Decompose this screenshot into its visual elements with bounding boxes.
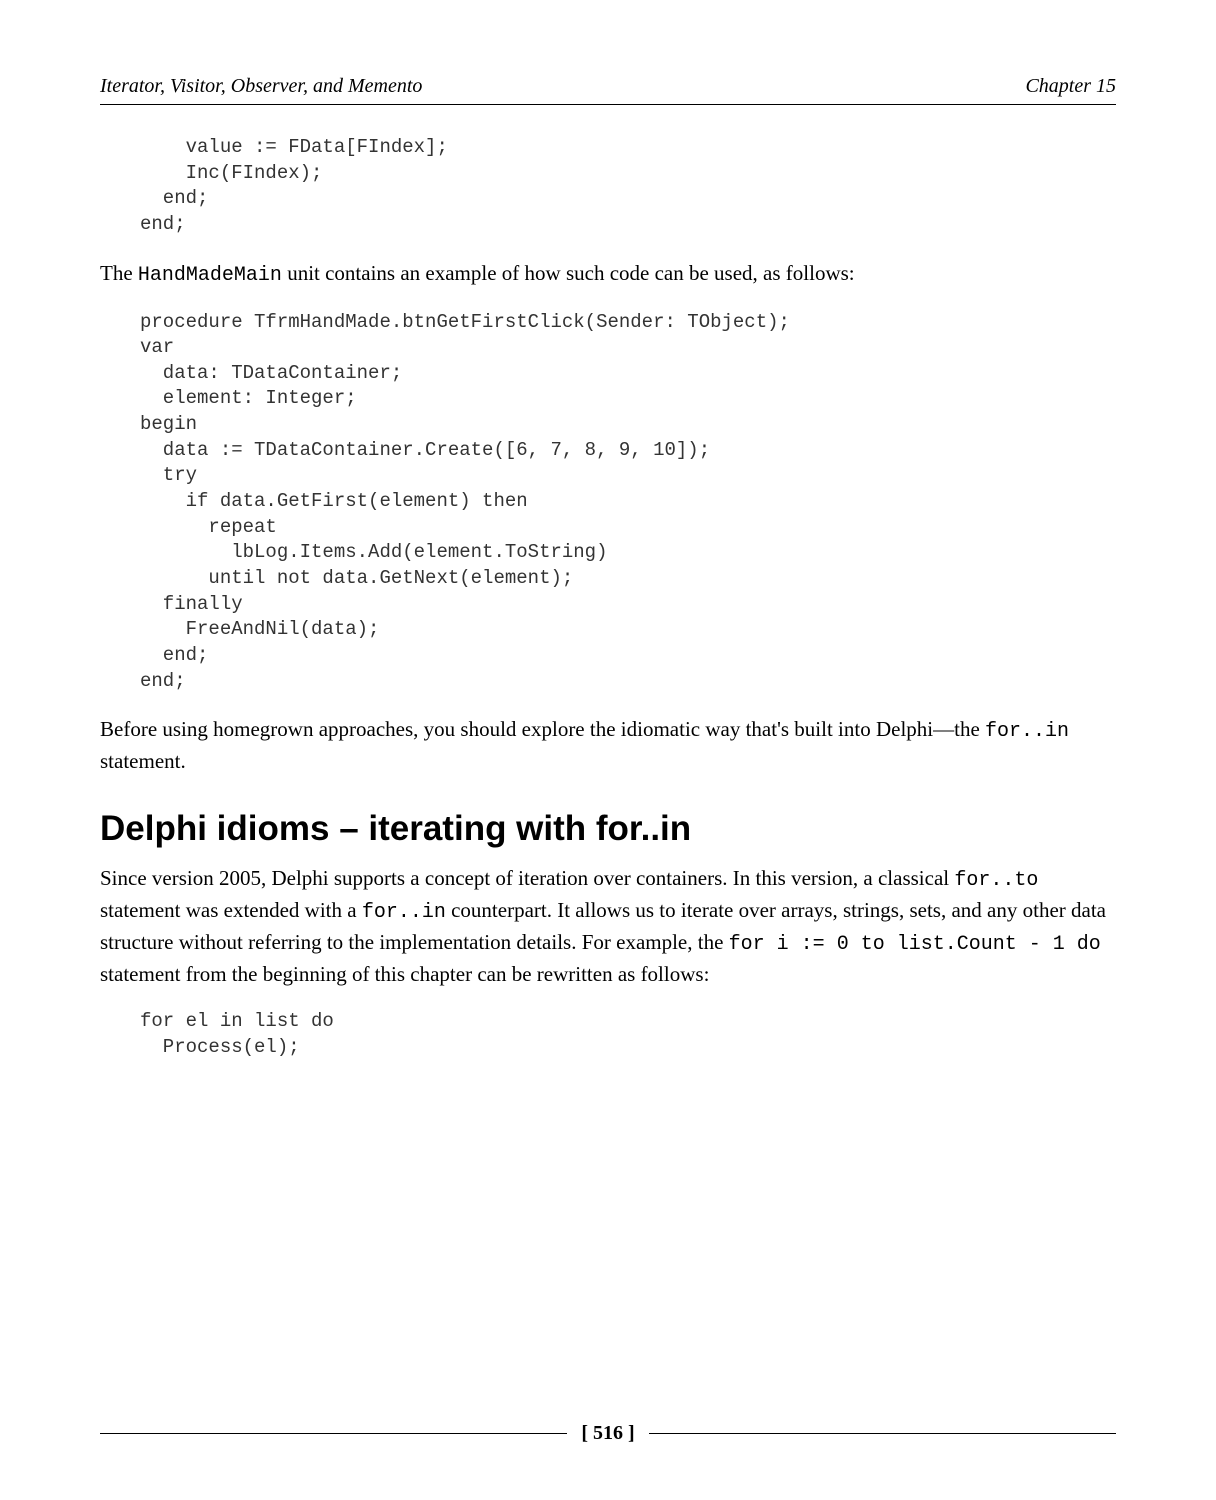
para1-pre: The [100, 261, 138, 285]
header-left: Iterator, Visitor, Observer, and Memento [100, 75, 422, 98]
code-block-2: procedure TfrmHandMade.btnGetFirstClick(… [140, 310, 1116, 695]
para2-post: statement. [100, 749, 186, 773]
code-block-1: value := FData[FIndex]; Inc(FIndex); end… [140, 135, 1116, 238]
code-block-3: for el in list do Process(el); [140, 1009, 1116, 1060]
para1-post: unit contains an example of how such cod… [282, 261, 855, 285]
paragraph-3: Since version 2005, Delphi supports a co… [100, 863, 1116, 989]
para3-code2: for..in [362, 901, 446, 924]
para3-code3: for i := 0 to list.Count - 1 do [729, 933, 1101, 956]
paragraph-1: The HandMadeMain unit contains an exampl… [100, 258, 1116, 290]
page-container: Iterator, Visitor, Observer, and Memento… [0, 0, 1216, 1500]
page-header: Iterator, Visitor, Observer, and Memento… [100, 75, 1116, 105]
footer-page-number: [ 516 ] [567, 1422, 648, 1445]
header-right: Chapter 15 [1025, 75, 1116, 98]
para3-a: Since version 2005, Delphi supports a co… [100, 866, 954, 890]
paragraph-2: Before using homegrown approaches, you s… [100, 714, 1116, 776]
para2-pre: Before using homegrown approaches, you s… [100, 717, 985, 741]
para3-code1: for..to [954, 869, 1038, 892]
para3-b: statement was extended with a [100, 898, 362, 922]
footer-line-left [100, 1433, 567, 1434]
footer-line-right [649, 1433, 1116, 1434]
para1-inline-code: HandMadeMain [138, 264, 282, 287]
para3-d: statement from the beginning of this cha… [100, 962, 709, 986]
section-heading: Delphi idioms – iterating with for..in [100, 809, 1116, 849]
para2-inline-code: for..in [985, 720, 1069, 743]
page-footer: [ 516 ] [100, 1422, 1116, 1445]
